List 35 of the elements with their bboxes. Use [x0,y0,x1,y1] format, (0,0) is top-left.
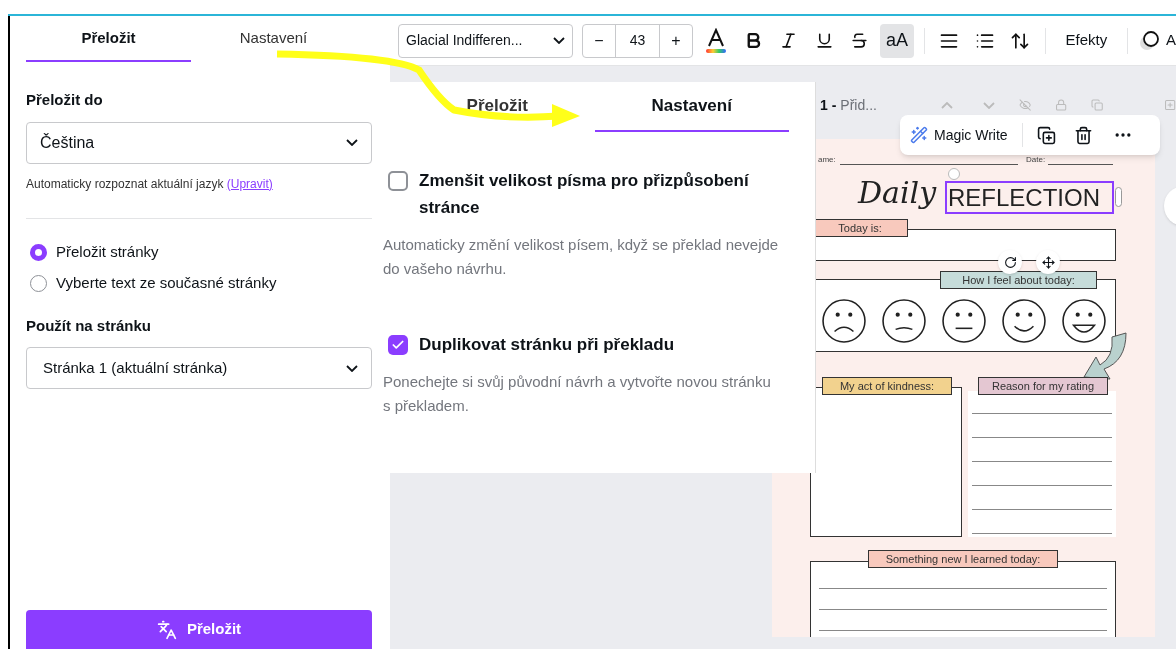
page-title[interactable]: Přid... [840,94,877,116]
decrease-size-button[interactable]: − [583,24,616,57]
option-description: Ponechejte si svůj původní návrh a vytvořte novou stránku s překladem. [383,372,772,416]
checkbox-option[interactable]: Zmenšit velikost písma pro přizpůsobení stránce [388,167,809,221]
translate-button[interactable]: Přeložit [26,610,372,649]
font-dropdown[interactable]: Glacial Indifferen... [398,23,573,58]
radio-option[interactable]: Přeložit stránky [26,240,372,265]
option-description: Automaticky změní velikost písem, když se překlad nevejde do vašeho návrhu. [383,235,780,279]
section-heading: Použít na stránku [26,315,153,336]
page-number: 1 - [820,95,837,115]
detect-language-note: Automaticky rozpoznat aktuální jazyk (Upravit) [26,175,274,193]
date-label: Date: [1026,154,1046,166]
name-label: ame: [818,154,836,166]
checkbox-option[interactable]: Duplikovat stránku při překladu [388,331,809,358]
increase-size-button[interactable]: + [659,24,692,57]
section-label: Reason for my rating [978,377,1108,395]
letter-case-button[interactable]: aA [880,23,914,58]
edit-link[interactable]: (Upravit) [226,176,273,191]
panel-tab[interactable]: Přeložit [400,82,595,132]
panel-tab[interactable]: Nastavení [594,82,789,132]
effects-button[interactable]: Efekty [1055,23,1118,58]
section-label: Something new I learned today: [868,550,1058,568]
panel-tab[interactable]: Nastavení [191,16,356,62]
radio-option[interactable]: Vyberte text ze současné stránky [26,271,372,296]
animate-label[interactable]: A [1166,29,1176,52]
font-size-value[interactable]: 43 [616,24,659,57]
page-dropdown[interactable]: Stránka 1 (aktuální stránka) [26,347,372,389]
panel-tab[interactable]: Přeložit [26,16,191,62]
language-dropdown[interactable]: Čeština [26,121,372,164]
section-label: How I feel about today: [940,271,1097,289]
selected-text-box[interactable]: REFLECTION [945,181,1114,214]
title-script: Daily [858,174,937,212]
magic-write-button[interactable]: Magic Write [910,124,1008,146]
section-heading: Přeložit do [26,90,104,110]
section-label: My act of kindness: [822,377,952,395]
